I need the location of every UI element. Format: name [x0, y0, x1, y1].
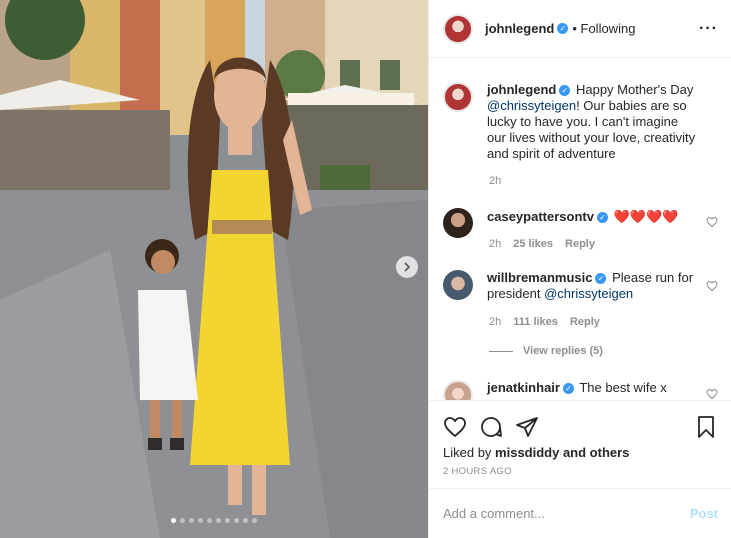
carousel-dot [180, 518, 185, 523]
photo-scene [0, 0, 428, 538]
caption-meta: 2h [489, 175, 501, 187]
caption-text: johnlegend ✓ Happy Mother's Day @chrissyt… [487, 82, 697, 162]
comment-avatar[interactable] [443, 380, 473, 400]
replies-divider [489, 350, 513, 352]
comment-row: jenatkinhair ✓ The best wife x [443, 380, 718, 400]
verified-badge-icon: ✓ [557, 23, 569, 34]
carousel-dot [171, 518, 176, 523]
reply-button[interactable]: Reply [570, 316, 600, 328]
verified-badge-icon: ✓ [562, 383, 574, 395]
caption-username[interactable]: johnlegend [487, 82, 556, 97]
follow-status[interactable]: • Following [572, 21, 635, 36]
reply-button[interactable]: Reply [565, 238, 595, 250]
carousel-indicator [0, 518, 428, 523]
caption-avatar[interactable] [443, 82, 473, 112]
liked-by-others[interactable]: and others [559, 445, 629, 460]
caption-row: johnlegend ✓ Happy Mother's Day @chrissyt… [443, 82, 718, 162]
chevron-right-icon [404, 262, 411, 272]
post-photo[interactable] [0, 0, 428, 538]
post-time-ago[interactable]: 2 HOURS AGO [443, 466, 512, 477]
save-bookmark-icon[interactable] [694, 415, 718, 439]
comment-meta: 2h 25 likes Reply [489, 238, 595, 250]
author-avatar[interactable] [443, 13, 473, 44]
carousel-dot [252, 518, 257, 523]
liked-by-label: Liked by [443, 445, 496, 460]
comment-likes[interactable]: 25 likes [513, 238, 553, 250]
verified-badge-icon: ✓ [559, 85, 571, 97]
carousel-next-button[interactable] [396, 256, 418, 278]
post-header: johnlegend ✓ • Following ··· [429, 0, 731, 58]
post-actions: Liked by missdiddy and others 2 HOURS AG… [429, 400, 731, 488]
comment-avatar[interactable] [443, 270, 473, 300]
comments-list[interactable]: johnlegend ✓ Happy Mother's Day @chrissyt… [429, 58, 731, 400]
liked-by-user[interactable]: missdiddy [495, 445, 559, 460]
verified-badge-icon: ✓ [596, 212, 608, 224]
comment-username[interactable]: willbremanmusic [487, 270, 592, 285]
comment-bubble-icon[interactable] [479, 415, 503, 439]
comment-like-heart-icon[interactable] [706, 280, 718, 292]
caption-mention[interactable]: @chrissyteigen [487, 98, 576, 113]
comment-text: caseypattersontv ✓ ❤️❤️❤️❤️ [487, 209, 697, 238]
view-replies-button[interactable]: View replies (5) [489, 345, 603, 357]
comment-time[interactable]: 2h [489, 316, 501, 328]
comment-row: caseypattersontv ✓ ❤️❤️❤️❤️ [443, 208, 718, 238]
liked-by-summary: Liked by missdiddy and others [443, 445, 629, 460]
caption-body-start: Happy Mother's Day [575, 82, 694, 97]
carousel-dot [189, 518, 194, 523]
comment-body: ❤️❤️❤️❤️ [613, 209, 679, 224]
post-side-panel: johnlegend ✓ • Following ··· johnlegend ✓… [428, 0, 731, 538]
comment-body: The best wife x [579, 380, 667, 395]
comment-meta: 2h 111 likes Reply [489, 316, 600, 328]
comment-mention[interactable]: @chrissyteigen [544, 286, 633, 301]
comment-avatar[interactable] [443, 208, 473, 238]
carousel-dot [234, 518, 239, 523]
comment-like-heart-icon[interactable] [706, 216, 718, 228]
comment-username[interactable]: caseypattersontv [487, 209, 594, 224]
add-comment-bar: Post [429, 488, 731, 538]
like-heart-icon[interactable] [443, 415, 467, 439]
comment-likes[interactable]: 111 likes [513, 316, 558, 328]
view-replies-label: View replies (5) [523, 345, 603, 357]
caption-time: 2h [489, 175, 502, 187]
comment-username[interactable]: jenatkinhair [487, 380, 560, 395]
carousel-dot [216, 518, 221, 523]
comment-row: willbremanmusic ✓ Please run for presiden… [443, 270, 718, 302]
comment-input[interactable] [443, 506, 673, 521]
share-send-icon[interactable] [515, 415, 539, 439]
more-options-icon[interactable]: ··· [699, 20, 718, 38]
verified-badge-icon: ✓ [595, 273, 607, 285]
carousel-dot [243, 518, 248, 523]
carousel-dot [198, 518, 203, 523]
comment-text: jenatkinhair ✓ The best wife x [487, 380, 697, 400]
comment-text: willbremanmusic ✓ Please run for presiden… [487, 270, 697, 302]
comment-like-heart-icon[interactable] [706, 388, 718, 400]
comment-time[interactable]: 2h [489, 238, 501, 250]
post-comment-button[interactable]: Post [690, 506, 718, 521]
carousel-dot [225, 518, 230, 523]
author-username[interactable]: johnlegend [485, 21, 554, 36]
carousel-dot [207, 518, 212, 523]
